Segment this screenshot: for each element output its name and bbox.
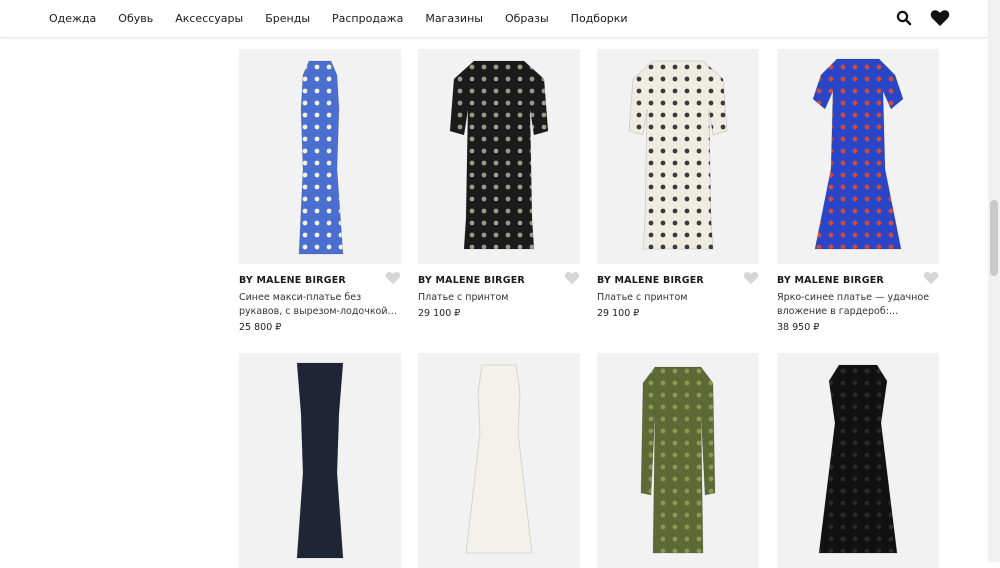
nav-item-accessories[interactable]: Аксессуары bbox=[175, 12, 243, 25]
dress-silhouette bbox=[449, 60, 549, 250]
page-scrollbar[interactable] bbox=[988, 0, 1000, 562]
product-image[interactable] bbox=[418, 353, 580, 568]
product-card[interactable]: BY MALENE BIRGER Платье с принтом 29 100 ₽ bbox=[597, 49, 759, 319]
product-card[interactable]: BY MALENE BIRGER Ярко-синее платье — удач… bbox=[777, 49, 939, 333]
nav-item-shoes[interactable]: Обувь bbox=[118, 12, 153, 25]
nav-item-stores[interactable]: Магазины bbox=[425, 12, 483, 25]
product-price: 25 800 ₽ bbox=[239, 322, 282, 333]
dress-silhouette bbox=[296, 362, 344, 559]
product-image[interactable] bbox=[239, 49, 401, 264]
nav-item-looks[interactable]: Образы bbox=[505, 12, 549, 25]
nav-item-sale[interactable]: Распродажа bbox=[332, 12, 403, 25]
product-brand[interactable]: BY MALENE BIRGER bbox=[239, 275, 401, 286]
product-brand[interactable]: BY MALENE BIRGER bbox=[418, 275, 580, 286]
product-title[interactable]: Ярко-синее платье — удачное вложение в г… bbox=[777, 291, 939, 319]
product-image[interactable] bbox=[777, 353, 939, 568]
product-price: 38 950 ₽ bbox=[777, 322, 820, 333]
product-card[interactable] bbox=[418, 353, 580, 568]
product-image[interactable] bbox=[597, 49, 759, 264]
product-price: 29 100 ₽ bbox=[597, 308, 640, 319]
dress-silhouette bbox=[818, 364, 898, 554]
dress-silhouette bbox=[298, 60, 344, 255]
product-brand[interactable]: BY MALENE BIRGER bbox=[597, 275, 759, 286]
product-card[interactable]: BY MALENE BIRGER Синее макси-платье без р… bbox=[239, 49, 401, 333]
favorite-heart-icon[interactable] bbox=[923, 271, 939, 285]
product-card[interactable]: BY MALENE BIRGER Платье с принтом 29 100 ₽ bbox=[418, 49, 580, 319]
top-navigation-bar: Одежда Обувь Аксессуары Бренды Распродаж… bbox=[0, 0, 988, 38]
product-card[interactable] bbox=[777, 353, 939, 568]
product-price: 29 100 ₽ bbox=[418, 308, 461, 319]
search-icon[interactable] bbox=[894, 8, 914, 28]
nav-item-brands[interactable]: Бренды bbox=[265, 12, 310, 25]
product-image[interactable] bbox=[418, 49, 580, 264]
dress-silhouette bbox=[465, 364, 533, 554]
product-title[interactable]: Платье с принтом bbox=[418, 291, 580, 305]
favorite-heart-icon[interactable] bbox=[385, 271, 401, 285]
dress-silhouette bbox=[812, 58, 904, 250]
main-nav: Одежда Обувь Аксессуары Бренды Распродаж… bbox=[49, 12, 650, 25]
dress-silhouette bbox=[628, 60, 728, 250]
heart-icon[interactable] bbox=[930, 8, 950, 28]
product-image[interactable] bbox=[597, 353, 759, 568]
product-brand[interactable]: BY MALENE BIRGER bbox=[777, 275, 939, 286]
dress-silhouette bbox=[640, 366, 716, 554]
nav-item-clothing[interactable]: Одежда bbox=[49, 12, 96, 25]
product-card[interactable] bbox=[239, 353, 401, 568]
favorite-heart-icon[interactable] bbox=[743, 271, 759, 285]
nav-item-collections[interactable]: Подборки bbox=[571, 12, 628, 25]
product-image[interactable] bbox=[239, 353, 401, 568]
product-card[interactable] bbox=[597, 353, 759, 568]
favorite-heart-icon[interactable] bbox=[564, 271, 580, 285]
scroll-thumb[interactable] bbox=[990, 200, 998, 276]
product-image[interactable] bbox=[777, 49, 939, 264]
header-icons bbox=[894, 8, 950, 28]
product-title[interactable]: Платье с принтом bbox=[597, 291, 759, 305]
product-title[interactable]: Синее макси-платье без рукавов, с вырезо… bbox=[239, 291, 401, 319]
